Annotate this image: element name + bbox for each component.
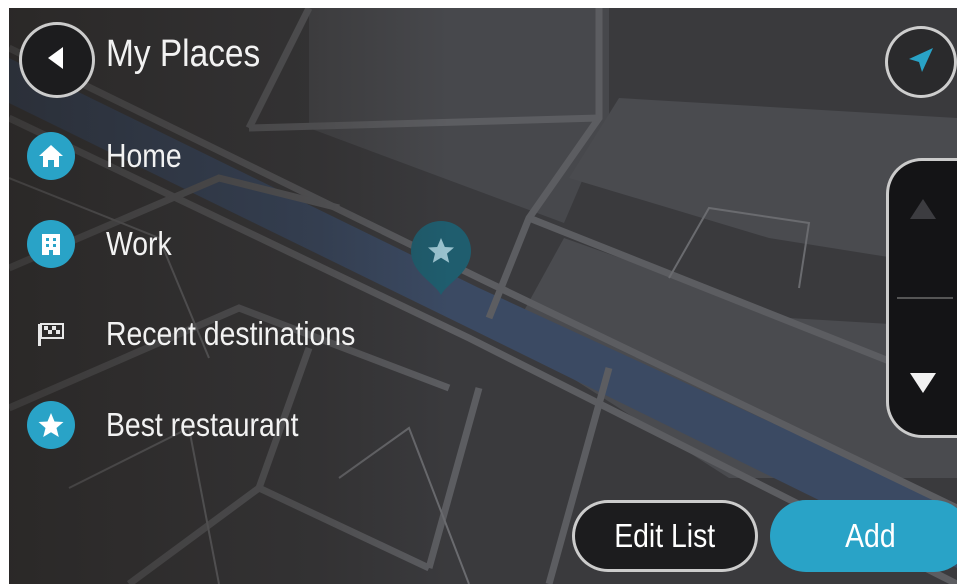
scroll-down-button[interactable]: [889, 335, 957, 435]
scroll-control: [886, 158, 957, 438]
place-item-best-restaurant[interactable]: Best restaurant: [27, 390, 447, 460]
scroll-up-button[interactable]: [889, 161, 957, 261]
star-icon: [27, 401, 75, 449]
place-item-home[interactable]: Home: [27, 121, 447, 191]
home-icon: [27, 132, 75, 180]
back-button[interactable]: [19, 22, 95, 98]
edit-list-button[interactable]: Edit List: [572, 500, 758, 572]
scroll-down-icon: [908, 371, 938, 400]
page-title: My Places: [106, 33, 261, 75]
scroll-divider: [897, 297, 953, 299]
place-label: Best restaurant: [106, 406, 299, 443]
add-label: Add: [844, 517, 896, 554]
place-label: Work: [106, 225, 172, 262]
list-overlay: [9, 8, 449, 584]
edit-list-label: Edit List: [614, 517, 716, 554]
add-button[interactable]: Add: [770, 500, 957, 572]
place-label: Recent destinations: [106, 315, 356, 352]
place-label: Home: [106, 137, 182, 174]
navigation-button[interactable]: [885, 26, 957, 98]
navigation-arrow-icon: [906, 45, 936, 80]
screen: My Places Home Work Recent destinations …: [9, 8, 957, 584]
place-item-work[interactable]: Work: [27, 209, 447, 279]
place-item-recent-destinations[interactable]: Recent destinations: [27, 299, 447, 369]
checkered-flag-icon: [27, 310, 75, 358]
back-arrow-icon: [42, 43, 72, 78]
scroll-up-icon: [908, 197, 938, 226]
work-icon: [27, 220, 75, 268]
